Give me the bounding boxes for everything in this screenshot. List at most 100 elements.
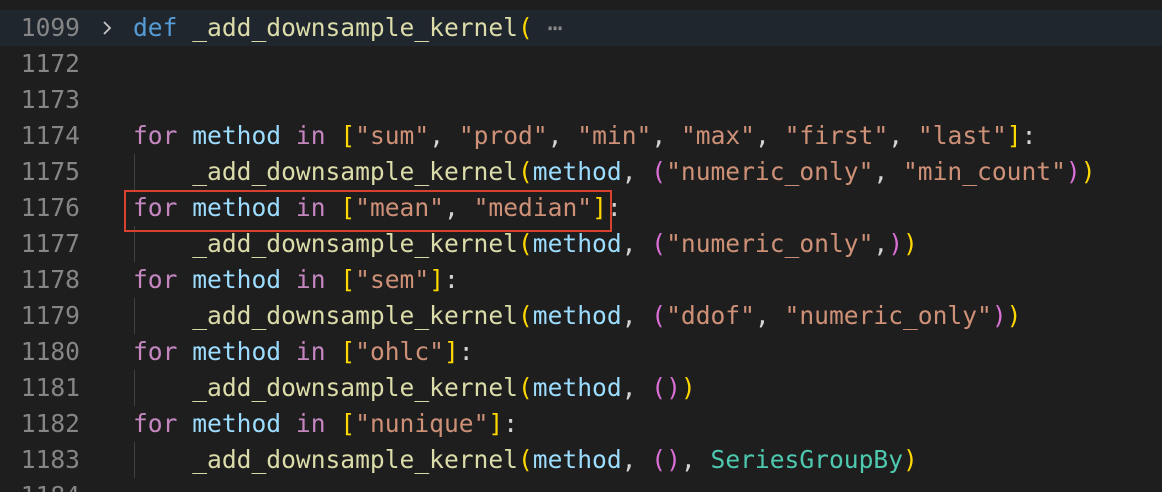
code-token: [ xyxy=(340,121,356,150)
code-token: , xyxy=(873,157,903,186)
code-token: in xyxy=(295,409,326,438)
line-number: 1184 xyxy=(0,478,80,492)
code-line[interactable]: 1180 for method in ["ohlc"]: xyxy=(0,334,1162,370)
code-token: "sum" xyxy=(355,121,430,150)
code-token: _add_downsample_kernel xyxy=(192,445,518,474)
code-token: [ xyxy=(340,265,356,294)
line-number: 1178 xyxy=(20,265,80,294)
code-token: method xyxy=(532,301,622,330)
code-token: , xyxy=(621,157,652,186)
code-token: ) xyxy=(680,373,696,402)
code-token: ( xyxy=(651,229,667,258)
code-text: for method in ["nunique"]: xyxy=(133,406,518,442)
code-token: ] xyxy=(429,265,444,294)
code-token: ( xyxy=(651,373,667,402)
code-token: , xyxy=(651,121,681,150)
code-token: method xyxy=(532,373,622,402)
code-line[interactable]: 1183 _add_downsample_kernel(method, (), … xyxy=(0,442,1162,478)
code-token: , xyxy=(873,229,889,258)
code-token: ] xyxy=(1006,121,1022,150)
code-token: ( xyxy=(517,373,533,402)
code-token: : xyxy=(503,409,519,438)
code-token: ) xyxy=(666,445,681,474)
code-token: "max" xyxy=(680,121,755,150)
code-line[interactable]: 1177 _add_downsample_kernel(method, ("nu… xyxy=(0,226,1162,262)
code-text: _add_downsample_kernel(method, ()) xyxy=(133,370,696,406)
line-number: 1174 xyxy=(20,121,80,150)
code-line[interactable]: 1173 xyxy=(0,82,1162,118)
code-token: "ohlc" xyxy=(355,337,444,366)
code-token: method xyxy=(532,157,622,186)
code-token: , xyxy=(547,121,578,150)
code-token: : xyxy=(1021,121,1037,150)
line-number: 1176 xyxy=(20,193,80,222)
chevron-right-icon[interactable] xyxy=(98,19,116,37)
code-text: for method in ["mean", "median"]: xyxy=(133,190,622,226)
code-text: _add_downsample_kernel(method, ("ddof", … xyxy=(133,298,1021,334)
code-text: def _add_downsample_kernel( ⋯ xyxy=(133,10,562,46)
code-line[interactable]: 1181 _add_downsample_kernel(method, ()) xyxy=(0,370,1162,406)
code-line[interactable]: 1184 xyxy=(0,478,1162,492)
code-line[interactable]: 1172 xyxy=(0,46,1162,82)
code-token: ⋯ xyxy=(547,13,563,42)
code-token: "ddof" xyxy=(666,301,755,330)
line-number: 1177 xyxy=(20,229,80,258)
code-token: "prod" xyxy=(458,121,548,150)
code-token: def xyxy=(133,13,178,42)
code-line[interactable]: 1182 for method in ["nunique"]: xyxy=(0,406,1162,442)
code-token: in xyxy=(295,265,326,294)
code-token: , xyxy=(621,229,652,258)
code-token: ) xyxy=(888,229,903,258)
code-token: "min_count" xyxy=(903,157,1066,186)
code-token: ( xyxy=(517,445,533,474)
code-line[interactable]: 1176 for method in ["mean", "median"]: xyxy=(0,190,1162,226)
code-token: method xyxy=(192,193,282,222)
code-line[interactable]: 1174 for method in ["sum", "prod", "min",… xyxy=(0,118,1162,154)
code-token: ) xyxy=(666,373,681,402)
code-line[interactable]: 1175 _add_downsample_kernel(method, ("nu… xyxy=(0,154,1162,190)
code-token: method xyxy=(192,409,282,438)
code-token: "nunique" xyxy=(355,409,489,438)
code-token: _add_downsample_kernel xyxy=(192,157,518,186)
code-line[interactable]: 1178 for method in ["sem"]: xyxy=(0,262,1162,298)
code-token: ) xyxy=(1080,157,1096,186)
code-token: ) xyxy=(903,229,918,258)
code-text: _add_downsample_kernel(method, (), Serie… xyxy=(133,442,918,478)
code-token: [ xyxy=(340,337,356,366)
code-token: , xyxy=(888,121,918,150)
code-token: [ xyxy=(340,193,356,222)
code-token: method xyxy=(532,229,622,258)
code-token: _add_downsample_kernel xyxy=(192,373,518,402)
code-token: for xyxy=(133,265,178,294)
code-line[interactable]: 1179 _add_downsample_kernel(method, ("dd… xyxy=(0,298,1162,334)
code-token: ( xyxy=(517,157,533,186)
code-token: "mean" xyxy=(355,193,444,222)
code-token: ) xyxy=(991,301,1007,330)
code-token: in xyxy=(295,337,326,366)
code-token: "numeric_only" xyxy=(784,301,992,330)
code-editor[interactable]: 1099 def _add_downsample_kernel( ⋯ 1172 117… xyxy=(0,0,1162,492)
code-line[interactable]: 1099 def _add_downsample_kernel( ⋯ xyxy=(0,10,1162,46)
code-token: SeriesGroupBy xyxy=(710,445,904,474)
code-token: ] xyxy=(488,409,504,438)
code-token: for xyxy=(133,121,178,150)
code-token: [ xyxy=(340,409,356,438)
line-number: 1182 xyxy=(20,409,80,438)
code-token: _add_downsample_kernel xyxy=(192,301,518,330)
code-token: "median" xyxy=(473,193,593,222)
line-number: 1175 xyxy=(20,157,80,186)
